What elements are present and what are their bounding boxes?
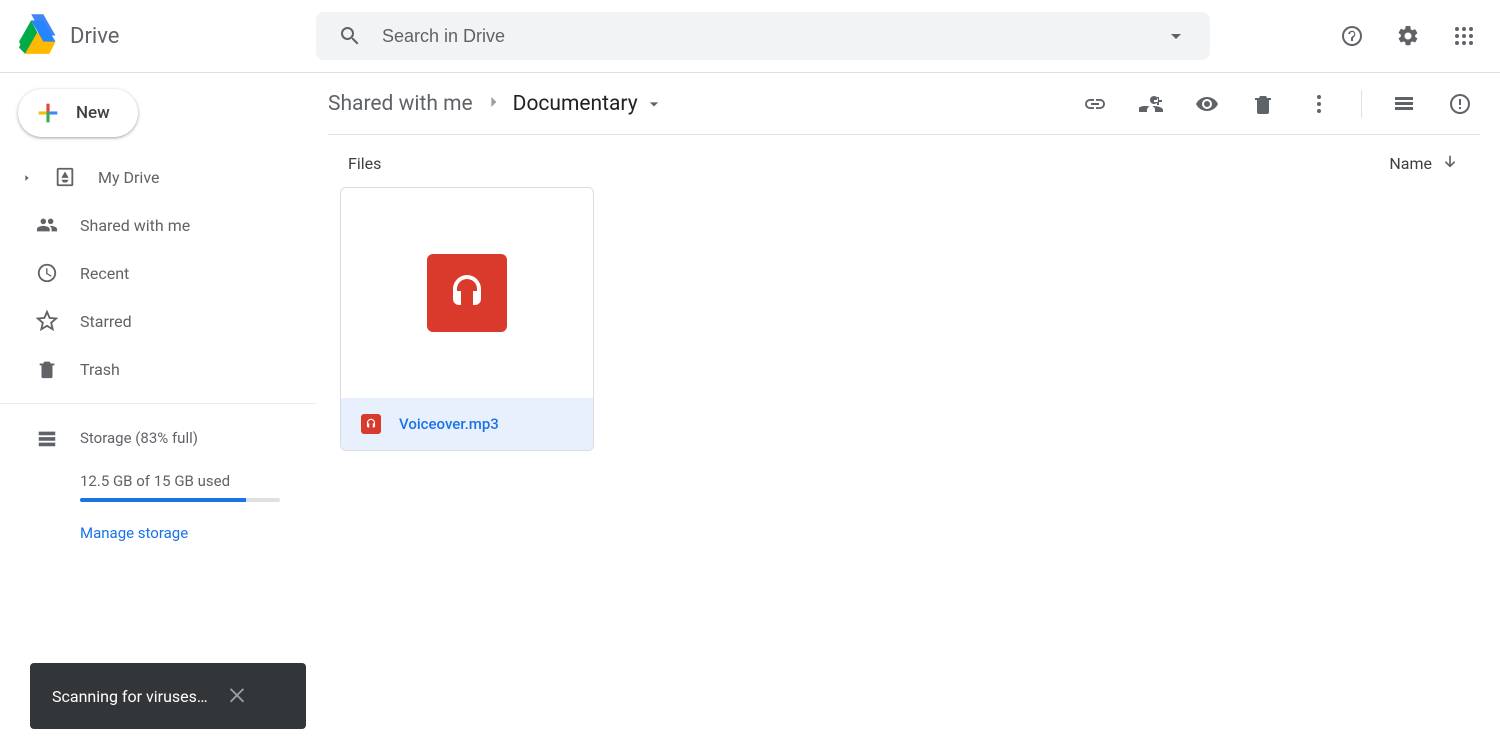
support-icon[interactable] xyxy=(1332,16,1372,56)
sort-by-name[interactable]: Name xyxy=(1389,153,1460,173)
audio-file-icon xyxy=(361,414,381,434)
divider xyxy=(1361,90,1362,118)
caret-down-icon xyxy=(644,94,664,114)
chevron-right-icon xyxy=(22,168,32,187)
manage-storage-link[interactable]: Manage storage xyxy=(80,524,294,542)
settings-icon[interactable] xyxy=(1388,16,1428,56)
breadcrumb-parent[interactable]: Shared with me xyxy=(328,92,473,116)
delete-icon[interactable] xyxy=(1243,84,1283,124)
storage-label: Storage (83% full) xyxy=(80,429,198,447)
people-icon xyxy=(36,214,58,236)
divider xyxy=(0,403,316,404)
file-footer: Voiceover.mp3 xyxy=(341,398,593,450)
name-column-label: Name xyxy=(1389,154,1432,173)
drive-logo-icon xyxy=(16,12,60,60)
breadcrumb: Shared with me Documentary xyxy=(328,92,664,116)
search-icon[interactable] xyxy=(330,16,370,56)
new-button-label: New xyxy=(76,103,110,123)
list-view-icon[interactable] xyxy=(1384,84,1424,124)
file-card[interactable]: Voiceover.mp3 xyxy=(340,187,594,451)
search-bar[interactable] xyxy=(316,12,1210,60)
audio-file-icon xyxy=(427,254,507,332)
file-thumbnail xyxy=(341,188,593,398)
get-link-icon[interactable] xyxy=(1075,84,1115,124)
sidebar: New My Drive Shared with me Recent Starr… xyxy=(0,73,316,753)
breadcrumb-current-label: Documentary xyxy=(513,92,638,116)
more-actions-icon[interactable] xyxy=(1299,84,1339,124)
sidebar-item-label: Trash xyxy=(80,360,120,379)
search-container xyxy=(316,12,1210,60)
files-section-label: Files xyxy=(348,154,381,173)
sidebar-item-my-drive[interactable]: My Drive xyxy=(0,153,304,201)
sidebar-item-label: My Drive xyxy=(98,168,159,187)
share-icon[interactable] xyxy=(1131,84,1171,124)
storage-used-text: 12.5 GB of 15 GB used xyxy=(80,472,294,490)
toast-notification: Scanning for viruses… xyxy=(30,663,306,729)
sidebar-item-trash[interactable]: Trash xyxy=(0,345,304,393)
toast-message: Scanning for viruses… xyxy=(52,687,208,706)
header-actions xyxy=(1332,16,1484,56)
breadcrumb-current[interactable]: Documentary xyxy=(513,92,664,116)
storage-progress xyxy=(80,498,280,502)
view-details-icon[interactable] xyxy=(1440,84,1480,124)
close-icon[interactable] xyxy=(226,683,248,709)
logo-section[interactable]: Drive xyxy=(16,12,316,60)
storage-section: Storage (83% full) 12.5 GB of 15 GB used… xyxy=(0,412,316,542)
storage-progress-fill xyxy=(80,498,246,502)
apps-grid-icon[interactable] xyxy=(1444,16,1484,56)
sidebar-item-label: Recent xyxy=(80,264,129,283)
sidebar-item-label: Shared with me xyxy=(80,216,190,235)
main-panel: Shared with me Documentary Files xyxy=(316,73,1500,753)
star-icon xyxy=(36,310,58,332)
sidebar-item-starred[interactable]: Starred xyxy=(0,297,304,345)
search-options-dropdown-icon[interactable] xyxy=(1156,16,1196,56)
selection-actions xyxy=(1075,84,1480,124)
sidebar-item-storage[interactable]: Storage (83% full) xyxy=(36,418,294,458)
clock-icon xyxy=(36,262,58,284)
preview-icon[interactable] xyxy=(1187,84,1227,124)
file-name: Voiceover.mp3 xyxy=(399,415,499,433)
my-drive-icon xyxy=(54,166,76,188)
plus-icon xyxy=(34,99,62,127)
new-button[interactable]: New xyxy=(18,89,138,137)
header: Drive xyxy=(0,0,1500,73)
search-input[interactable] xyxy=(370,26,1156,47)
storage-icon xyxy=(36,427,58,449)
sidebar-item-shared-with-me[interactable]: Shared with me xyxy=(0,201,304,249)
app-name: Drive xyxy=(70,24,119,49)
file-grid: Voiceover.mp3 xyxy=(328,187,1480,451)
chevron-right-icon xyxy=(483,92,503,116)
column-headers: Files Name xyxy=(328,135,1480,187)
breadcrumb-bar: Shared with me Documentary xyxy=(328,73,1480,135)
arrow-down-icon xyxy=(1440,153,1460,173)
sidebar-item-label: Starred xyxy=(80,312,132,331)
sidebar-item-recent[interactable]: Recent xyxy=(0,249,304,297)
trash-icon xyxy=(36,358,58,380)
